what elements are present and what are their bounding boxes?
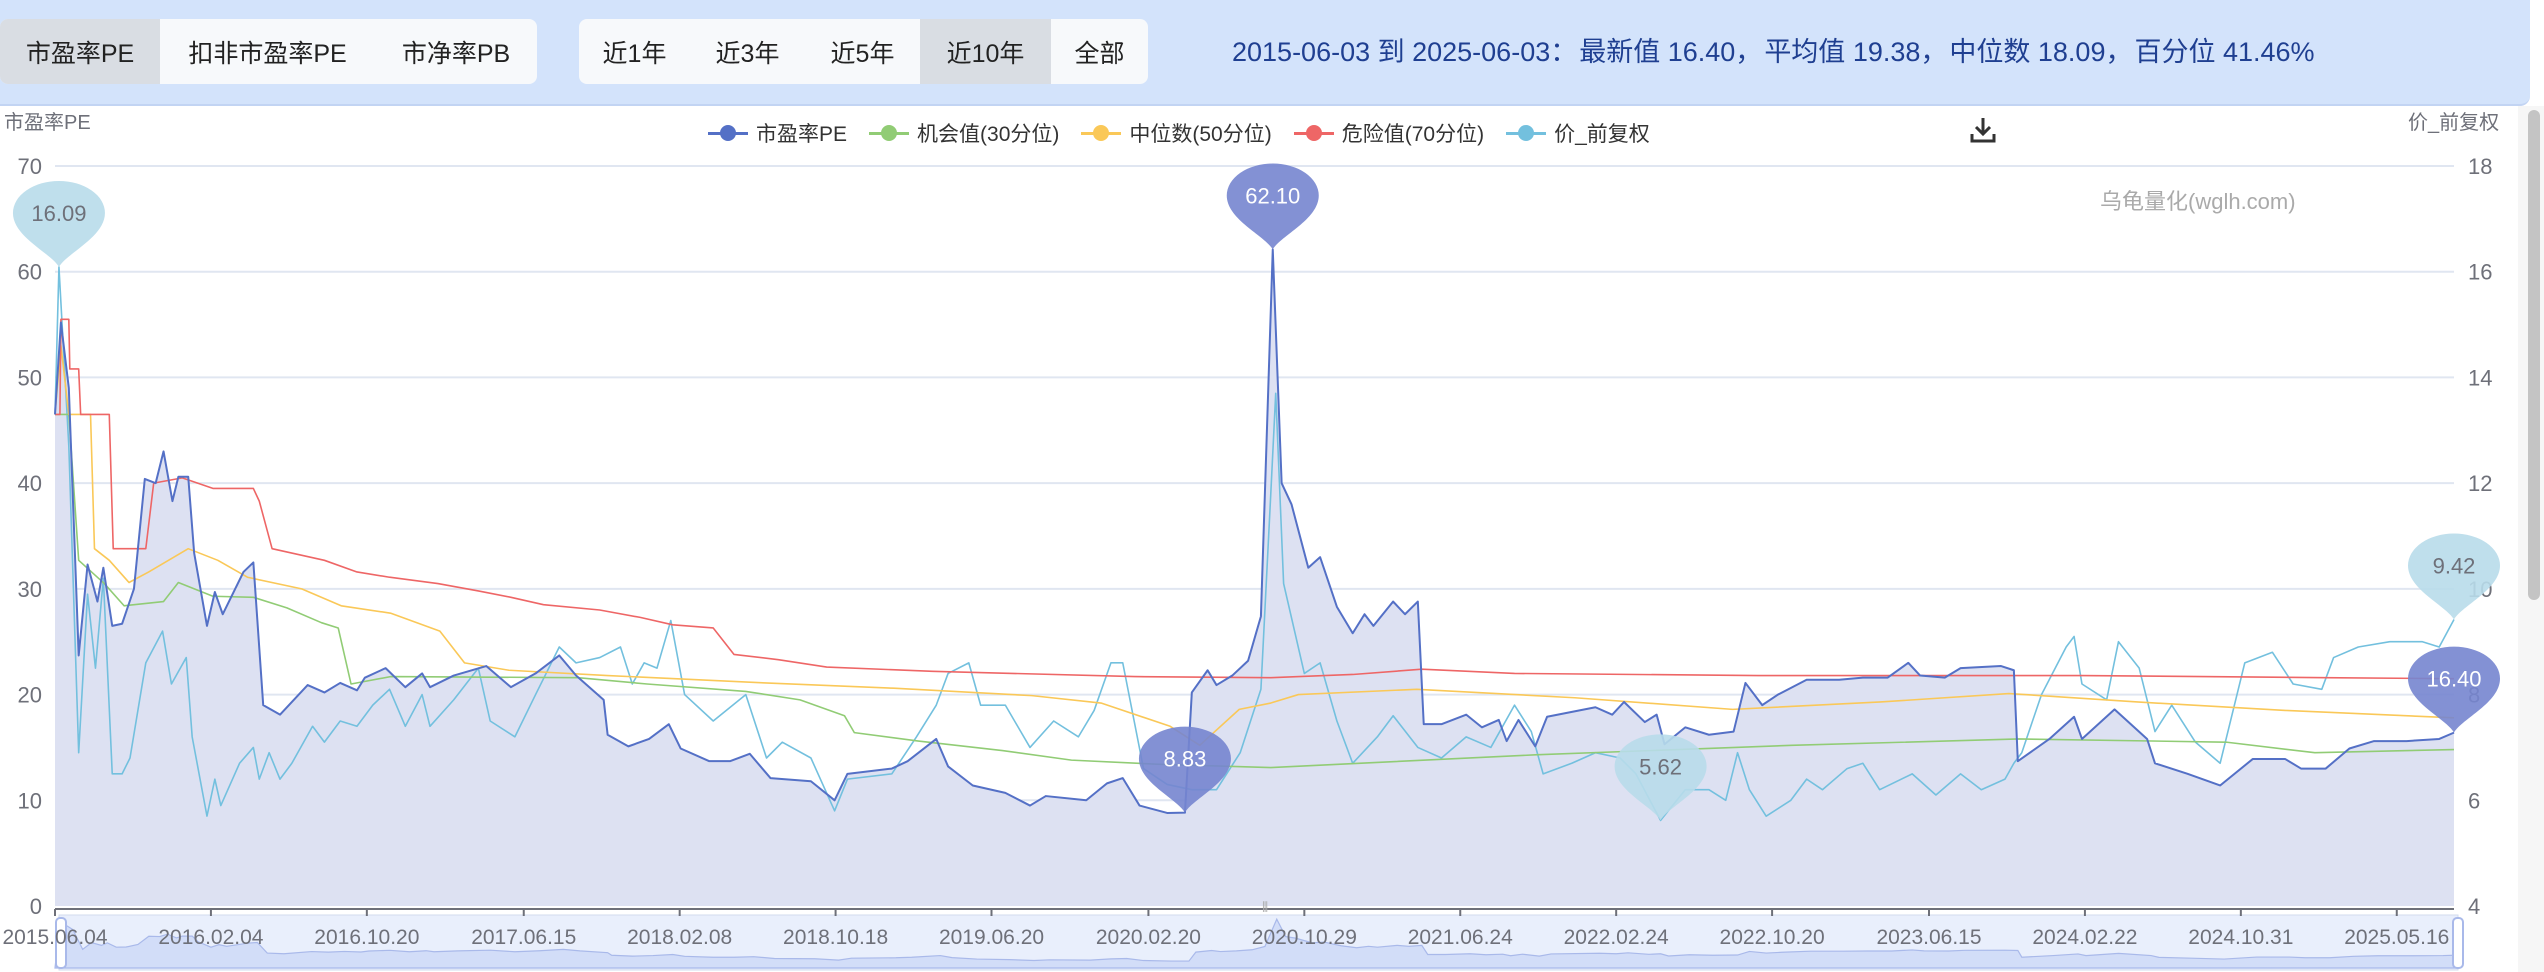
legend-line-icon — [1081, 125, 1122, 141]
right-tick-label: 12 — [2468, 471, 2492, 496]
series-line-3 — [55, 318, 2455, 680]
left-tick-label: 30 — [18, 577, 42, 602]
legend-label: 中位数(50分位) — [1129, 123, 1272, 146]
pe-area — [55, 249, 2454, 906]
legend-line-icon — [1506, 125, 1547, 141]
watermark: 乌龟量化(wglh.com) — [2100, 189, 2296, 214]
marker-label: 62.10 — [1245, 184, 1300, 209]
left-tick-label: 70 — [18, 154, 42, 179]
x-tick-label: 2016.10.20 — [314, 926, 419, 949]
x-tick-label: 2024.10.31 — [2188, 926, 2293, 949]
x-tick-label: 2015.06.04 — [2, 926, 107, 949]
legend-item-median[interactable]: 中位数(50分位) — [1081, 118, 1272, 148]
marker-label: 5.62 — [1639, 754, 1682, 779]
scrollbar-thumb[interactable] — [2528, 110, 2540, 600]
right-tick-label: 18 — [2468, 154, 2492, 179]
x-tick-label: 2017.06.15 — [471, 926, 576, 949]
x-tick-label: 2020.10.29 — [1252, 926, 1357, 949]
marker-label: 8.83 — [1164, 747, 1207, 772]
x-tick-label: 2018.02.08 — [627, 926, 732, 949]
right-tick-label: 14 — [2468, 365, 2492, 390]
x-tick-label: 2016.02.04 — [158, 926, 263, 949]
right-tick-label: 6 — [2468, 788, 2480, 813]
legend-line-icon — [1293, 125, 1334, 141]
marker-pin: 16.09 — [12, 180, 105, 267]
x-tick-label: 2022.02.24 — [1564, 926, 1669, 949]
legend-label: 危险值(70分位) — [1341, 123, 1485, 146]
legend-item-price[interactable]: 价_前复权 — [1506, 118, 1650, 148]
x-tick-label: 2020.02.20 — [1096, 926, 1201, 949]
left-axis-name: 市盈率PE — [4, 112, 91, 134]
data-zoom-handle[interactable] — [2452, 917, 2464, 969]
chart-legend: 市盈率PE 机会值(30分位) 中位数(50分位) 危险值(70分位) 价_前复… — [708, 118, 1672, 148]
marker-label: 9.42 — [2433, 554, 2476, 579]
marker-label: 16.40 — [2426, 667, 2481, 692]
download-icon[interactable] — [1970, 116, 1996, 144]
marker-pin: 62.10 — [1226, 163, 1319, 250]
right-tick-label: 4 — [2468, 894, 2480, 919]
right-axis-name: 价_前复权 — [2408, 112, 2500, 134]
legend-item-pe[interactable]: 市盈率PE — [708, 118, 847, 148]
x-tick-label: 2023.06.15 — [1876, 926, 1981, 949]
marker-pin: 16.40 — [2408, 646, 2500, 733]
legend-line-icon — [869, 125, 910, 141]
legend-label: 市盈率PE — [756, 123, 848, 146]
x-tick-label: 2025.05.16 — [2344, 926, 2449, 949]
left-tick-label: 20 — [18, 683, 42, 708]
data-zoom-move-handle[interactable]: ⦀ — [1262, 899, 1268, 915]
legend-item-danger[interactable]: 危险值(70分位) — [1293, 118, 1485, 148]
left-tick-label: 50 — [18, 365, 42, 390]
x-tick-label: 2019.06.20 — [939, 926, 1044, 949]
right-tick-label: 16 — [2468, 260, 2492, 285]
left-tick-label: 40 — [18, 471, 42, 496]
legend-label: 机会值(30分位) — [917, 123, 1060, 146]
left-tick-label: 60 — [18, 260, 42, 285]
legend-label: 价_前复权 — [1554, 123, 1650, 146]
marker-pin: 9.42 — [2408, 533, 2500, 620]
x-tick-label: 2022.10.20 — [1720, 926, 1825, 949]
left-tick-label: 0 — [30, 894, 42, 919]
legend-item-opportunity[interactable]: 机会值(30分位) — [869, 118, 1059, 148]
legend-line-icon — [708, 125, 748, 141]
x-tick-label: 2021.06.24 — [1408, 926, 1513, 949]
marker-label: 16.09 — [31, 201, 86, 226]
x-tick-label: 2018.10.18 — [783, 926, 888, 949]
left-tick-label: 10 — [18, 788, 42, 813]
x-tick-label: 2024.02.22 — [2032, 926, 2137, 949]
